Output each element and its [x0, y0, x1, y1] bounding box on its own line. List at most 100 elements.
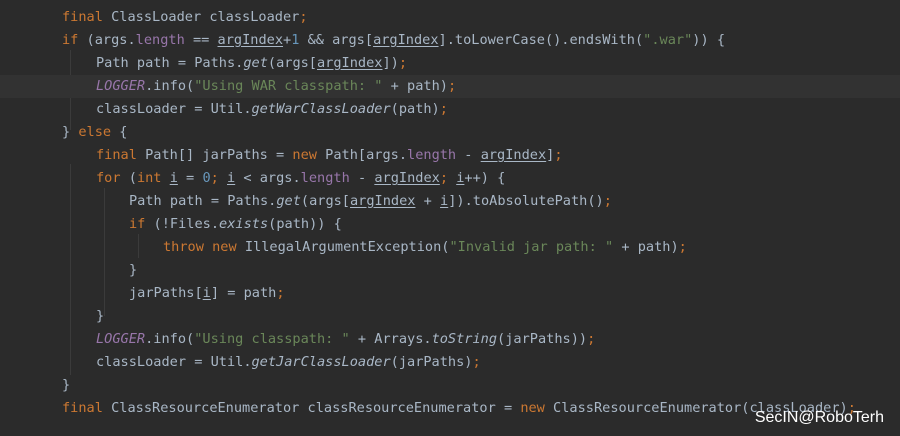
code-token: Path[] jarPaths =	[136, 147, 293, 163]
code-token: length	[135, 32, 185, 48]
code-token: i	[169, 170, 178, 186]
code-line-text: Path path = Paths.get(args[argIndex + i]…	[129, 190, 612, 213]
code-line-text: final ClassResourceEnumerator classResou…	[62, 397, 856, 420]
code-line-text: classLoader = Util.getJarClassLoader(jar…	[96, 351, 481, 374]
code-token: .info(	[145, 331, 195, 347]
code-token: +	[415, 193, 441, 209]
code-token: ;	[678, 239, 687, 255]
code-token: Path path = Paths.	[129, 193, 277, 209]
code-line-text: }	[96, 305, 104, 328]
code-token: ;	[398, 55, 408, 71]
code-line-text: classLoader = Util.getWarClassLoader(pat…	[96, 98, 448, 121]
code-token: jarPaths[	[129, 285, 203, 301]
code-line-text: if (!Files.exists(path)) {	[129, 213, 342, 236]
code-token: classLoader = Util.	[96, 101, 252, 117]
code-token: length	[300, 170, 350, 186]
code-line[interactable]: if (!Files.exists(path)) {	[0, 213, 900, 236]
code-token: argIndex	[480, 147, 547, 163]
code-token: "Using WAR classpath: "	[194, 78, 383, 94]
code-token: }	[62, 124, 79, 140]
code-line[interactable]: Path path = Paths.get(args[argIndex + i]…	[0, 190, 900, 213]
code-token: ;	[276, 285, 285, 301]
code-token: (jarPaths)	[390, 354, 473, 370]
code-token: ;	[447, 78, 457, 94]
code-line-text: if (args.length == argIndex+1 && args[ar…	[62, 29, 725, 52]
code-line[interactable]: final ClassLoader classLoader;	[0, 6, 900, 29]
code-token: -	[456, 147, 481, 163]
code-line[interactable]: }	[0, 305, 900, 328]
code-token: (args[	[300, 193, 350, 209]
code-line-text: }	[129, 259, 137, 282]
code-token: ;	[299, 9, 308, 25]
code-editor[interactable]: final ClassLoader classLoader; if (args.l…	[0, 0, 900, 436]
code-token: ;	[554, 147, 563, 163]
code-token: {	[111, 124, 128, 140]
code-token: length	[407, 147, 457, 163]
code-line[interactable]: classLoader = Util.getWarClassLoader(pat…	[0, 98, 900, 121]
code-token: (path)) {	[268, 216, 342, 232]
code-token: }	[62, 377, 71, 393]
code-token: }	[129, 262, 138, 278]
code-token: ClassResourceEnumerator classResourceEnu…	[102, 400, 521, 416]
code-line-text: }	[62, 374, 70, 397]
code-line[interactable]: if (args.length == argIndex+1 && args[ar…	[0, 29, 900, 52]
code-line-text: final Path[] jarPaths = new Path[args.le…	[96, 144, 563, 167]
code-token: argIndex	[374, 170, 440, 186]
code-token: ] = path	[210, 285, 277, 301]
code-token: + path)	[613, 239, 679, 255]
code-token: ;	[439, 170, 457, 186]
code-token: if	[62, 32, 79, 48]
code-token: )) {	[692, 32, 726, 48]
code-line[interactable]: Path path = Paths.get(args[argIndex]);	[0, 52, 900, 75]
code-token: int	[136, 170, 162, 186]
current-code-line[interactable]: LOGGER.info("Using WAR classpath: " + pa…	[0, 75, 900, 98]
code-token: new	[520, 400, 545, 416]
code-line-text: LOGGER.info("Using classpath: " + Arrays…	[96, 328, 595, 351]
code-line[interactable]: classLoader = Util.getJarClassLoader(jar…	[0, 351, 900, 374]
code-token: -	[349, 170, 375, 186]
code-token: argIndex	[317, 55, 383, 71]
code-token: argIndex	[373, 32, 439, 48]
code-token: else	[78, 124, 112, 140]
code-token: (jarPaths))	[497, 331, 588, 347]
code-token: ;	[603, 193, 612, 209]
code-line[interactable]: }	[0, 259, 900, 282]
code-token: (path)	[390, 101, 440, 117]
code-token: ;	[587, 331, 596, 347]
code-token: LOGGER	[96, 78, 146, 94]
code-line[interactable]: LOGGER.info("Using classpath: " + Arrays…	[0, 328, 900, 351]
code-line[interactable]: final Path[] jarPaths = new Path[args.le…	[0, 144, 900, 167]
code-token: final	[96, 147, 137, 163]
code-line-text: LOGGER.info("Using WAR classpath: " + pa…	[96, 75, 456, 98]
code-token: && args[	[299, 32, 374, 48]
code-line[interactable]: } else {	[0, 121, 900, 144]
code-token: i	[440, 193, 449, 209]
code-line-text: for (int i = 0; i < args.length - argInd…	[96, 167, 505, 190]
code-token: i	[202, 285, 211, 301]
code-token: ".war"	[643, 32, 693, 48]
code-token: get	[243, 55, 268, 71]
code-token: get	[276, 193, 301, 209]
code-line-text: Path path = Paths.get(args[argIndex]);	[96, 52, 407, 75]
code-line[interactable]: throw new IllegalArgumentException("Inva…	[0, 236, 900, 259]
code-token: ;	[439, 101, 448, 117]
code-line[interactable]: jarPaths[i] = path;	[0, 282, 900, 305]
code-line[interactable]: }	[0, 374, 900, 397]
code-token: argIndex	[217, 32, 284, 48]
code-token: }	[96, 308, 105, 324]
code-token: =	[177, 170, 203, 186]
code-token: new	[292, 147, 317, 163]
code-token: if	[129, 216, 146, 232]
code-line[interactable]: for (int i = 0; i < args.length - argInd…	[0, 167, 900, 190]
code-token: (!Files.	[145, 216, 220, 232]
code-token: Path[args.	[316, 147, 408, 163]
code-token: Path path = Paths.	[96, 55, 244, 71]
code-line-text: } else {	[62, 121, 128, 144]
code-token: argIndex	[350, 193, 416, 209]
code-token: < args.	[235, 170, 301, 186]
code-token: "Invalid jar path: "	[449, 239, 614, 255]
code-token: final	[62, 9, 103, 25]
code-line-text: final ClassLoader classLoader;	[62, 6, 308, 29]
code-token: throw new	[163, 239, 237, 255]
